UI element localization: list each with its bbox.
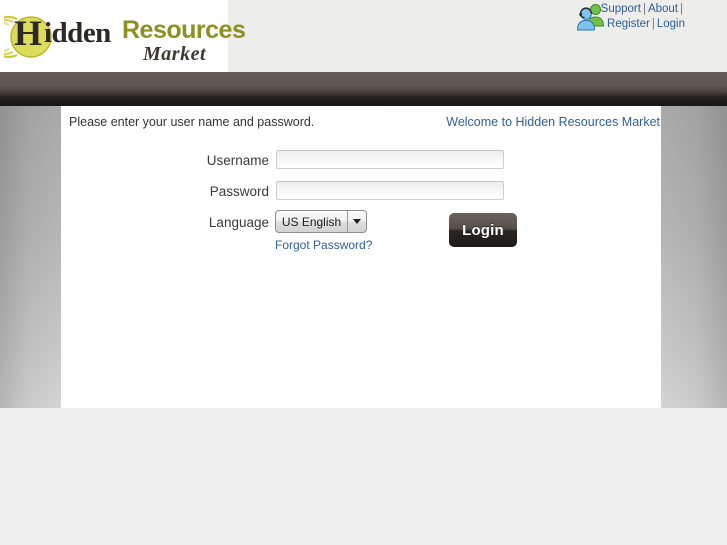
username-input[interactable] bbox=[276, 150, 504, 169]
site-header: H idden Resources Market Support | About | … bbox=[0, 0, 727, 72]
language-row: Language US English Forgot Password? Log… bbox=[61, 210, 661, 260]
chevron-down-icon[interactable] bbox=[347, 211, 366, 232]
language-select-value: US English bbox=[281, 214, 342, 229]
nav-link-login[interactable]: Login bbox=[657, 18, 685, 30]
left-gutter-shade bbox=[0, 106, 61, 408]
login-panel: Please enter your user name and password… bbox=[61, 106, 661, 408]
header-nav-row-1: Support | About | bbox=[601, 2, 685, 17]
language-label: Language bbox=[208, 215, 269, 230]
main-navigation-bar bbox=[0, 72, 727, 106]
logo-letter-h: H bbox=[14, 13, 42, 53]
forgot-password-link[interactable]: Forgot Password? bbox=[275, 238, 372, 252]
language-select[interactable]: US English bbox=[275, 210, 367, 233]
password-label: Password bbox=[209, 184, 269, 199]
page-bottom-fill bbox=[0, 408, 727, 545]
logo-word-hidden: idden bbox=[44, 17, 111, 49]
nav-separator: | bbox=[680, 3, 683, 15]
header-nav-row-2: Register | Login bbox=[601, 17, 685, 32]
nav-link-support[interactable]: Support bbox=[601, 3, 641, 15]
login-form: Username Password Language US English Fo… bbox=[61, 150, 661, 260]
password-row: Password bbox=[61, 181, 661, 212]
username-row: Username bbox=[61, 150, 661, 181]
content-area: Please enter your user name and password… bbox=[0, 106, 727, 408]
nav-separator: | bbox=[651, 18, 655, 30]
login-button[interactable]: Login bbox=[449, 213, 517, 247]
page-root: H idden Resources Market Support | About | … bbox=[0, 0, 727, 545]
login-instruction-text: Please enter your user name and password… bbox=[69, 115, 315, 129]
nav-link-about[interactable]: About bbox=[648, 3, 678, 15]
nav-link-register[interactable]: Register bbox=[607, 18, 650, 30]
username-label: Username bbox=[206, 153, 269, 168]
logo-word-market: Market bbox=[143, 43, 206, 65]
panel-intro-row: Please enter your user name and password… bbox=[61, 115, 661, 133]
site-logo[interactable]: H idden Resources Market bbox=[0, 8, 246, 66]
logo-word-resources: Resources bbox=[122, 16, 246, 44]
right-gutter-shade bbox=[661, 106, 727, 408]
password-input[interactable] bbox=[276, 181, 504, 200]
header-nav: Support | About | Register | Login bbox=[601, 2, 685, 32]
nav-separator: | bbox=[642, 3, 646, 15]
welcome-message: Welcome to Hidden Resources Market bbox=[446, 115, 660, 129]
